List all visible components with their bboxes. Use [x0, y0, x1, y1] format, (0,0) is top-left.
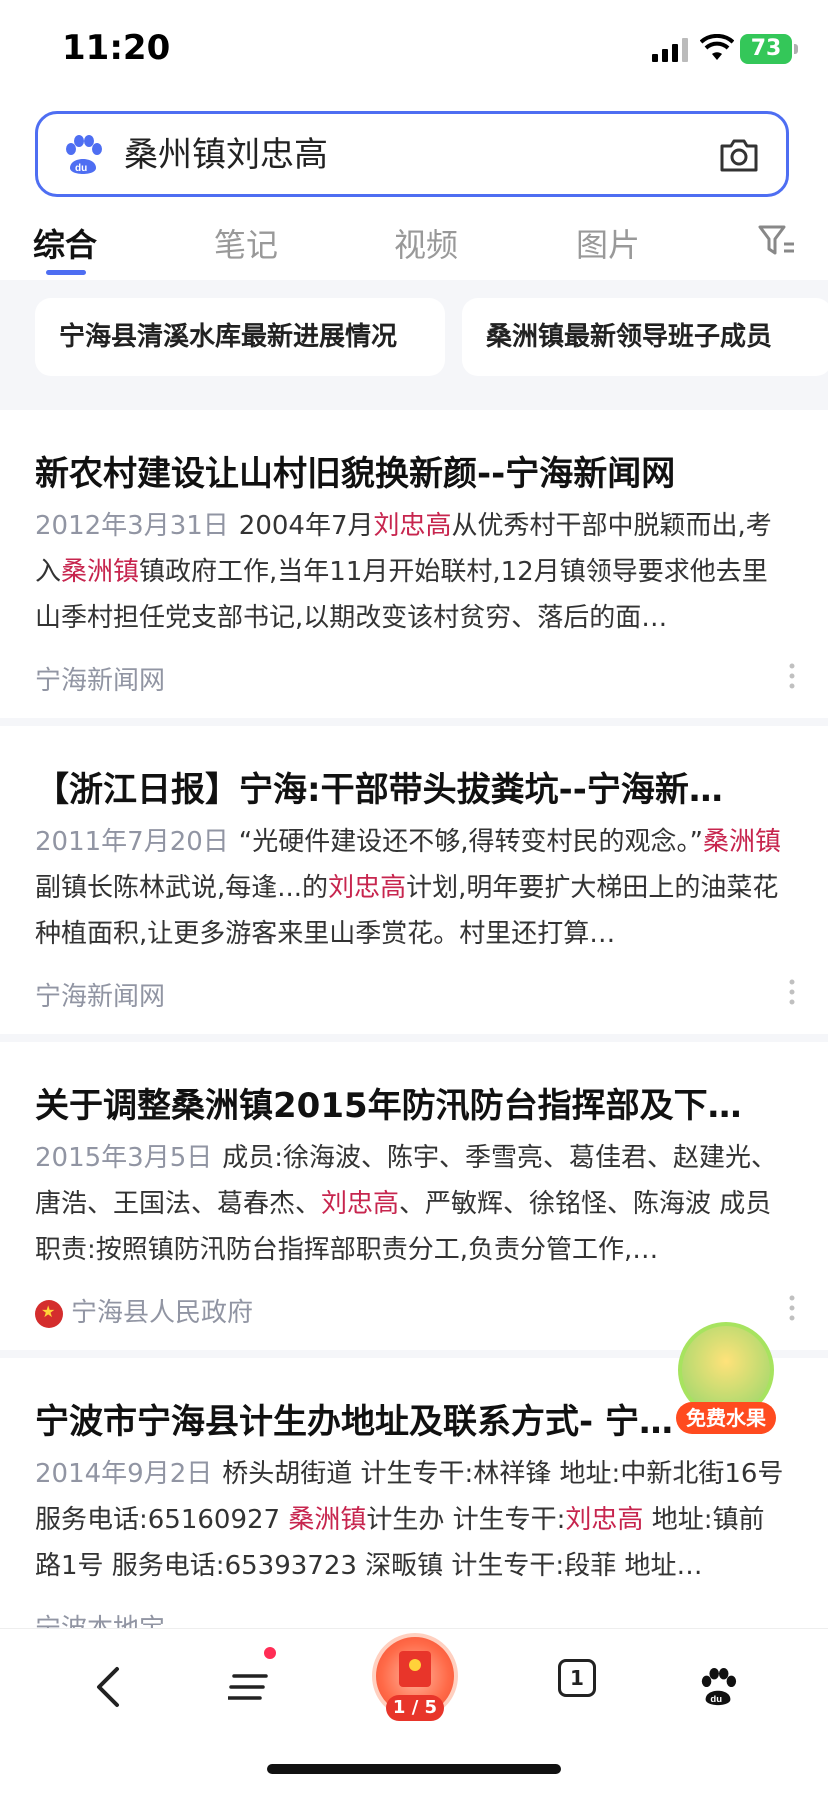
snippet-highlight: 桑洲镇: [703, 827, 782, 857]
result-card[interactable]: 关于调整桑洲镇2015年防汛防台指挥部及下… 2015年3月5日 成员:徐海波、陈…: [0, 1042, 828, 1352]
tab-comprehensive[interactable]: 综合: [33, 220, 97, 266]
status-time: 11:20: [62, 28, 171, 68]
tab-videos[interactable]: 视频: [394, 220, 458, 266]
result-source[interactable]: 宁波本地宝: [35, 1608, 165, 1628]
related-search-area: 宁海县清溪水库最新进展情况 桑洲镇最新领导班子成员: [0, 280, 828, 410]
suggestion-chip[interactable]: 桑洲镇最新领导班子成员: [462, 298, 828, 376]
tab-images[interactable]: 图片: [576, 220, 640, 266]
result-title[interactable]: 新农村建设让山村旧貌换新颜--宁海新闻网: [35, 446, 775, 495]
snippet-highlight: 桑洲镇: [288, 1505, 367, 1535]
wifi-icon: [700, 34, 734, 60]
result-title[interactable]: 【浙江日报】宁海:干部带头拔粪坑--宁海新…: [35, 762, 775, 811]
snippet-text: 副镇长陈林武说,每逢...的: [35, 873, 329, 903]
red-envelope-icon: [399, 1651, 431, 1687]
baidu-home-button[interactable]: du: [686, 1655, 750, 1719]
svg-text:du: du: [710, 1694, 722, 1705]
back-arrow-icon: [97, 1667, 119, 1707]
result-tabs: 综合 笔记 视频 图片: [0, 220, 828, 280]
active-tab-underline: [46, 270, 86, 275]
snippet-highlight: 刘忠高: [321, 1189, 400, 1219]
cellular-signal-icon: [652, 38, 688, 62]
title-text: 关于调整桑洲镇2015年防汛防台指挥部及下…: [35, 1086, 742, 1126]
back-button[interactable]: [76, 1655, 140, 1719]
home-indicator: [267, 1764, 561, 1774]
suggestion-chip[interactable]: 宁海县清溪水库最新进展情况: [35, 298, 445, 376]
battery-level: 73: [750, 36, 782, 61]
red-packet-progress: 1 / 5: [386, 1695, 444, 1721]
result-source[interactable]: 宁海新闻网: [35, 976, 165, 1013]
search-input[interactable]: 桑州镇刘忠高: [124, 134, 328, 176]
snippet-text: 2004年7月: [238, 511, 374, 541]
battery-indicator: 73: [740, 34, 792, 64]
result-separator: [0, 718, 828, 726]
menu-button[interactable]: [216, 1655, 280, 1719]
result-snippet: 2011年7月20日 “光硬件建设还不够,得转变村民的观念。”桑洲镇副镇长陈林武说…: [35, 819, 787, 957]
filter-icon[interactable]: [758, 224, 796, 258]
snippet-highlight: 刘忠高: [373, 511, 452, 541]
snippet-highlight: 刘忠高: [328, 873, 407, 903]
result-snippet: 2012年3月31日 2004年7月刘忠高从优秀村干部中脱颖而出,考入桑洲镇镇政府…: [35, 503, 787, 641]
result-date: 2014年9月2日: [35, 1459, 213, 1489]
result-date: 2015年3月5日: [35, 1143, 213, 1173]
search-box[interactable]: du 桑州镇刘忠高: [35, 111, 789, 197]
result-title[interactable]: 关于调整桑洲镇2015年防汛防台指挥部及下…: [35, 1078, 775, 1127]
more-options-icon[interactable]: [788, 662, 796, 690]
result-source[interactable]: 宁海新闻网: [35, 660, 165, 697]
snippet-highlight: 桑洲镇: [61, 557, 140, 587]
result-source[interactable]: 宁海县人民政府: [35, 1292, 253, 1329]
snippet-text: “光硬件建设还不够,得转变村民的观念。”: [238, 827, 704, 857]
result-snippet: 2014年9月2日 桥头胡街道 计生专干:林祥锋 地址:中新北街16号 服务电话:…: [35, 1451, 787, 1589]
snippet-highlight: 刘忠高: [565, 1505, 644, 1535]
camera-icon[interactable]: [718, 136, 760, 174]
battery-cap: [794, 44, 798, 54]
result-separator: [0, 1034, 828, 1042]
source-name: 宁海县人民政府: [71, 1298, 254, 1328]
tab-count-button[interactable]: 1: [558, 1659, 596, 1697]
baidu-paw-icon: du: [701, 1667, 737, 1705]
result-title[interactable]: 宁波市宁海县计生办地址及联系方式- 宁…: [35, 1394, 675, 1443]
free-fruit-promo[interactable]: 免费水果: [676, 1322, 776, 1436]
snippet-text: 镇政府工作,当年11月开始联村,12月镇领导要求他去里山季村担任党支部书记,以期…: [35, 557, 768, 633]
result-date: 2011年7月20日: [35, 827, 229, 857]
snippet-text: 计生办 计生专干:: [366, 1505, 566, 1535]
menu-icon: [228, 1674, 268, 1700]
government-emblem-icon: [35, 1299, 63, 1328]
result-snippet: 2015年3月5日 成员:徐海波、陈宇、季雪亮、葛佳君、赵建光、唐浩、王国法、葛春…: [35, 1135, 787, 1273]
notification-dot: [264, 1647, 276, 1659]
tab-notes[interactable]: 笔记: [214, 220, 278, 266]
baidu-paw-icon: du: [66, 135, 102, 174]
result-date: 2012年3月31日: [35, 511, 229, 541]
result-card[interactable]: 新农村建设让山村旧貌换新颜--宁海新闻网 2012年3月31日 2004年7月刘忠…: [0, 410, 828, 720]
fruit-promo-label: 免费水果: [676, 1402, 776, 1434]
result-card[interactable]: 【浙江日报】宁海:干部带头拔粪坑--宁海新… 2011年7月20日 “光硬件建设还…: [0, 726, 828, 1036]
more-options-icon[interactable]: [788, 1294, 796, 1322]
svg-text:du: du: [75, 163, 87, 174]
more-options-icon[interactable]: [788, 978, 796, 1006]
status-bar: 11:20 73: [0, 0, 828, 100]
